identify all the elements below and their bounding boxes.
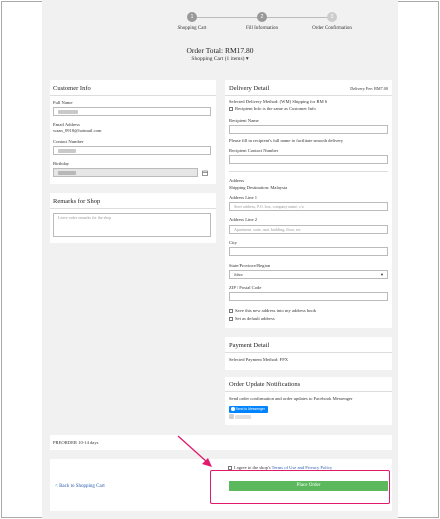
address-line2-label: Address Line 2	[229, 217, 258, 222]
profile-name	[235, 414, 252, 419]
zip-field[interactable]	[229, 292, 388, 301]
set-default-label: Set as default address	[235, 316, 275, 321]
divider	[225, 95, 392, 96]
full-name-field[interactable]	[53, 107, 211, 116]
same-as-customer-checkbox[interactable]	[229, 106, 233, 111]
state-label: State/Province/Region	[229, 263, 271, 268]
set-default-checkbox[interactable]	[229, 316, 233, 321]
step-order-confirmation: 3 Order Confirmation	[302, 12, 362, 31]
delivery-detail-panel: Delivery Detail Delivery Fee: RM7.00 Sel…	[225, 80, 392, 328]
checkout-steps: 1 Shopping Cart 2 Fill Information 3 Ord…	[162, 12, 362, 36]
dropdown-arrow-icon: ▼	[380, 272, 384, 277]
divider	[225, 391, 392, 392]
state-value: Johor	[234, 272, 243, 277]
zip-label: ZIP / Postal Code	[229, 285, 262, 290]
preorder-panel: PREORDER 10-14 days	[50, 435, 392, 450]
step-label: Order Confirmation	[312, 26, 352, 31]
divider	[229, 171, 388, 172]
payment-detail-panel: Payment Detail Selected Payment Method: …	[225, 337, 392, 370]
highlight-box	[210, 470, 390, 504]
messenger-profile	[229, 414, 252, 420]
state-select[interactable]: Johor ▼	[229, 270, 388, 279]
address-line1-label: Address Line 1	[229, 195, 258, 200]
profile-avatar	[229, 414, 234, 420]
send-to-messenger-button[interactable]: Send to Messenger	[229, 406, 268, 413]
step-shopping-cart[interactable]: 1 Shopping Cart	[162, 12, 222, 31]
customer-info-title: Customer Info	[53, 85, 91, 92]
preorder-note: PREORDER 10-14 days	[53, 440, 99, 445]
address-line1-placeholder: Steet address, P.O. box, company name, c…	[234, 204, 304, 209]
page-background: 1 Shopping Cart 2 Fill Information 3 Ord…	[42, 0, 398, 519]
redacted-value	[58, 171, 76, 176]
same-as-customer-label: Recipient Info is the same as Customer I…	[235, 106, 316, 111]
recipient-contact-label: Recipient Contact Number	[229, 148, 279, 153]
redacted-value	[58, 110, 78, 115]
redacted-value	[58, 149, 76, 154]
recipient-name-label: Recipient Name	[229, 118, 259, 123]
back-to-cart-link[interactable]: < Back to Shopping Cart	[55, 484, 105, 489]
shipping-destination: Shipping Destination: Malaysia	[229, 185, 288, 190]
address-line1-field[interactable]: Steet address, P.O. box, company name, c…	[229, 202, 388, 211]
save-address-option[interactable]: Save this new address into my address bo…	[229, 308, 316, 313]
step-number: 1	[187, 12, 197, 22]
customer-info-panel: Customer Info Full Name Email Address wa…	[50, 80, 216, 184]
order-summary: Order Total: RM17.80 Shopping Cart (1 it…	[42, 46, 398, 62]
recipient-contact-field[interactable]	[229, 155, 388, 164]
payment-detail-title: Payment Detail	[229, 342, 270, 349]
birthday-label: Birthday	[53, 161, 70, 166]
calendar-icon[interactable]	[202, 170, 208, 176]
recipient-hint: Please fill in recipient's full name to …	[229, 138, 344, 143]
chevron-down-icon: ▾	[245, 56, 249, 62]
same-as-customer-option[interactable]: Recipient Info is the same as Customer I…	[229, 106, 316, 111]
step-label: Shopping Cart	[177, 26, 207, 31]
payment-method: Selected Payment Method: FPX	[229, 357, 289, 362]
messenger-icon	[231, 407, 235, 411]
contact-number-field[interactable]	[53, 146, 211, 155]
divider	[225, 352, 392, 353]
city-label: City	[229, 240, 237, 245]
step-number: 2	[257, 12, 267, 22]
address-line2-placeholder: Apartment, suite, unit, building, floor,…	[234, 227, 302, 232]
step-fill-information: 2 Fill Information	[232, 12, 292, 31]
email-label: Email Address	[53, 122, 80, 127]
remarks-placeholder: Leave order remarks for the shop	[58, 215, 112, 220]
delivery-detail-title: Delivery Detail	[229, 85, 270, 92]
city-field[interactable]	[229, 247, 388, 256]
address-line2-field[interactable]: Apartment, suite, unit, building, floor,…	[229, 225, 388, 234]
remarks-textarea[interactable]: Leave order remarks for the shop	[53, 213, 211, 237]
address-heading: Address	[229, 178, 245, 183]
remarks-title: Remarks for Shop	[53, 198, 101, 205]
step-number: 3	[327, 12, 337, 22]
delivery-fee: Delivery Fee: RM7.00	[350, 86, 388, 91]
delivery-method: Selected Delivery Method: (WM) Shipping …	[229, 99, 328, 104]
order-total: Order Total: RM17.80	[186, 46, 254, 55]
email-value: waan_0918@hotmail.com	[53, 128, 102, 133]
cart-summary-toggle[interactable]: Shopping Cart (1 items) ▾	[42, 56, 398, 62]
divider	[50, 208, 216, 209]
remarks-panel: Remarks for Shop Leave order remarks for…	[50, 193, 216, 243]
step-label: Fill Information	[245, 26, 279, 31]
full-name-label: Full Name	[53, 100, 73, 105]
save-address-label: Save this new address into my address bo…	[235, 308, 317, 313]
cart-summary-label: Shopping Cart (1 items)	[191, 56, 245, 62]
set-default-option[interactable]: Set as default address	[229, 316, 275, 321]
send-to-messenger-label: Send to Messenger	[235, 407, 265, 411]
birthday-field[interactable]	[53, 168, 198, 177]
notifications-panel: Order Update Notifications Send order co…	[225, 377, 392, 425]
recipient-name-field[interactable]	[229, 125, 388, 134]
arrow-annotation-icon	[177, 435, 212, 467]
contact-number-label: Contact Number	[53, 139, 84, 144]
save-address-checkbox[interactable]	[229, 308, 233, 313]
divider	[50, 95, 216, 96]
notifications-title: Order Update Notifications	[229, 381, 301, 388]
notifications-description: Send order confirmation and order update…	[229, 396, 353, 401]
